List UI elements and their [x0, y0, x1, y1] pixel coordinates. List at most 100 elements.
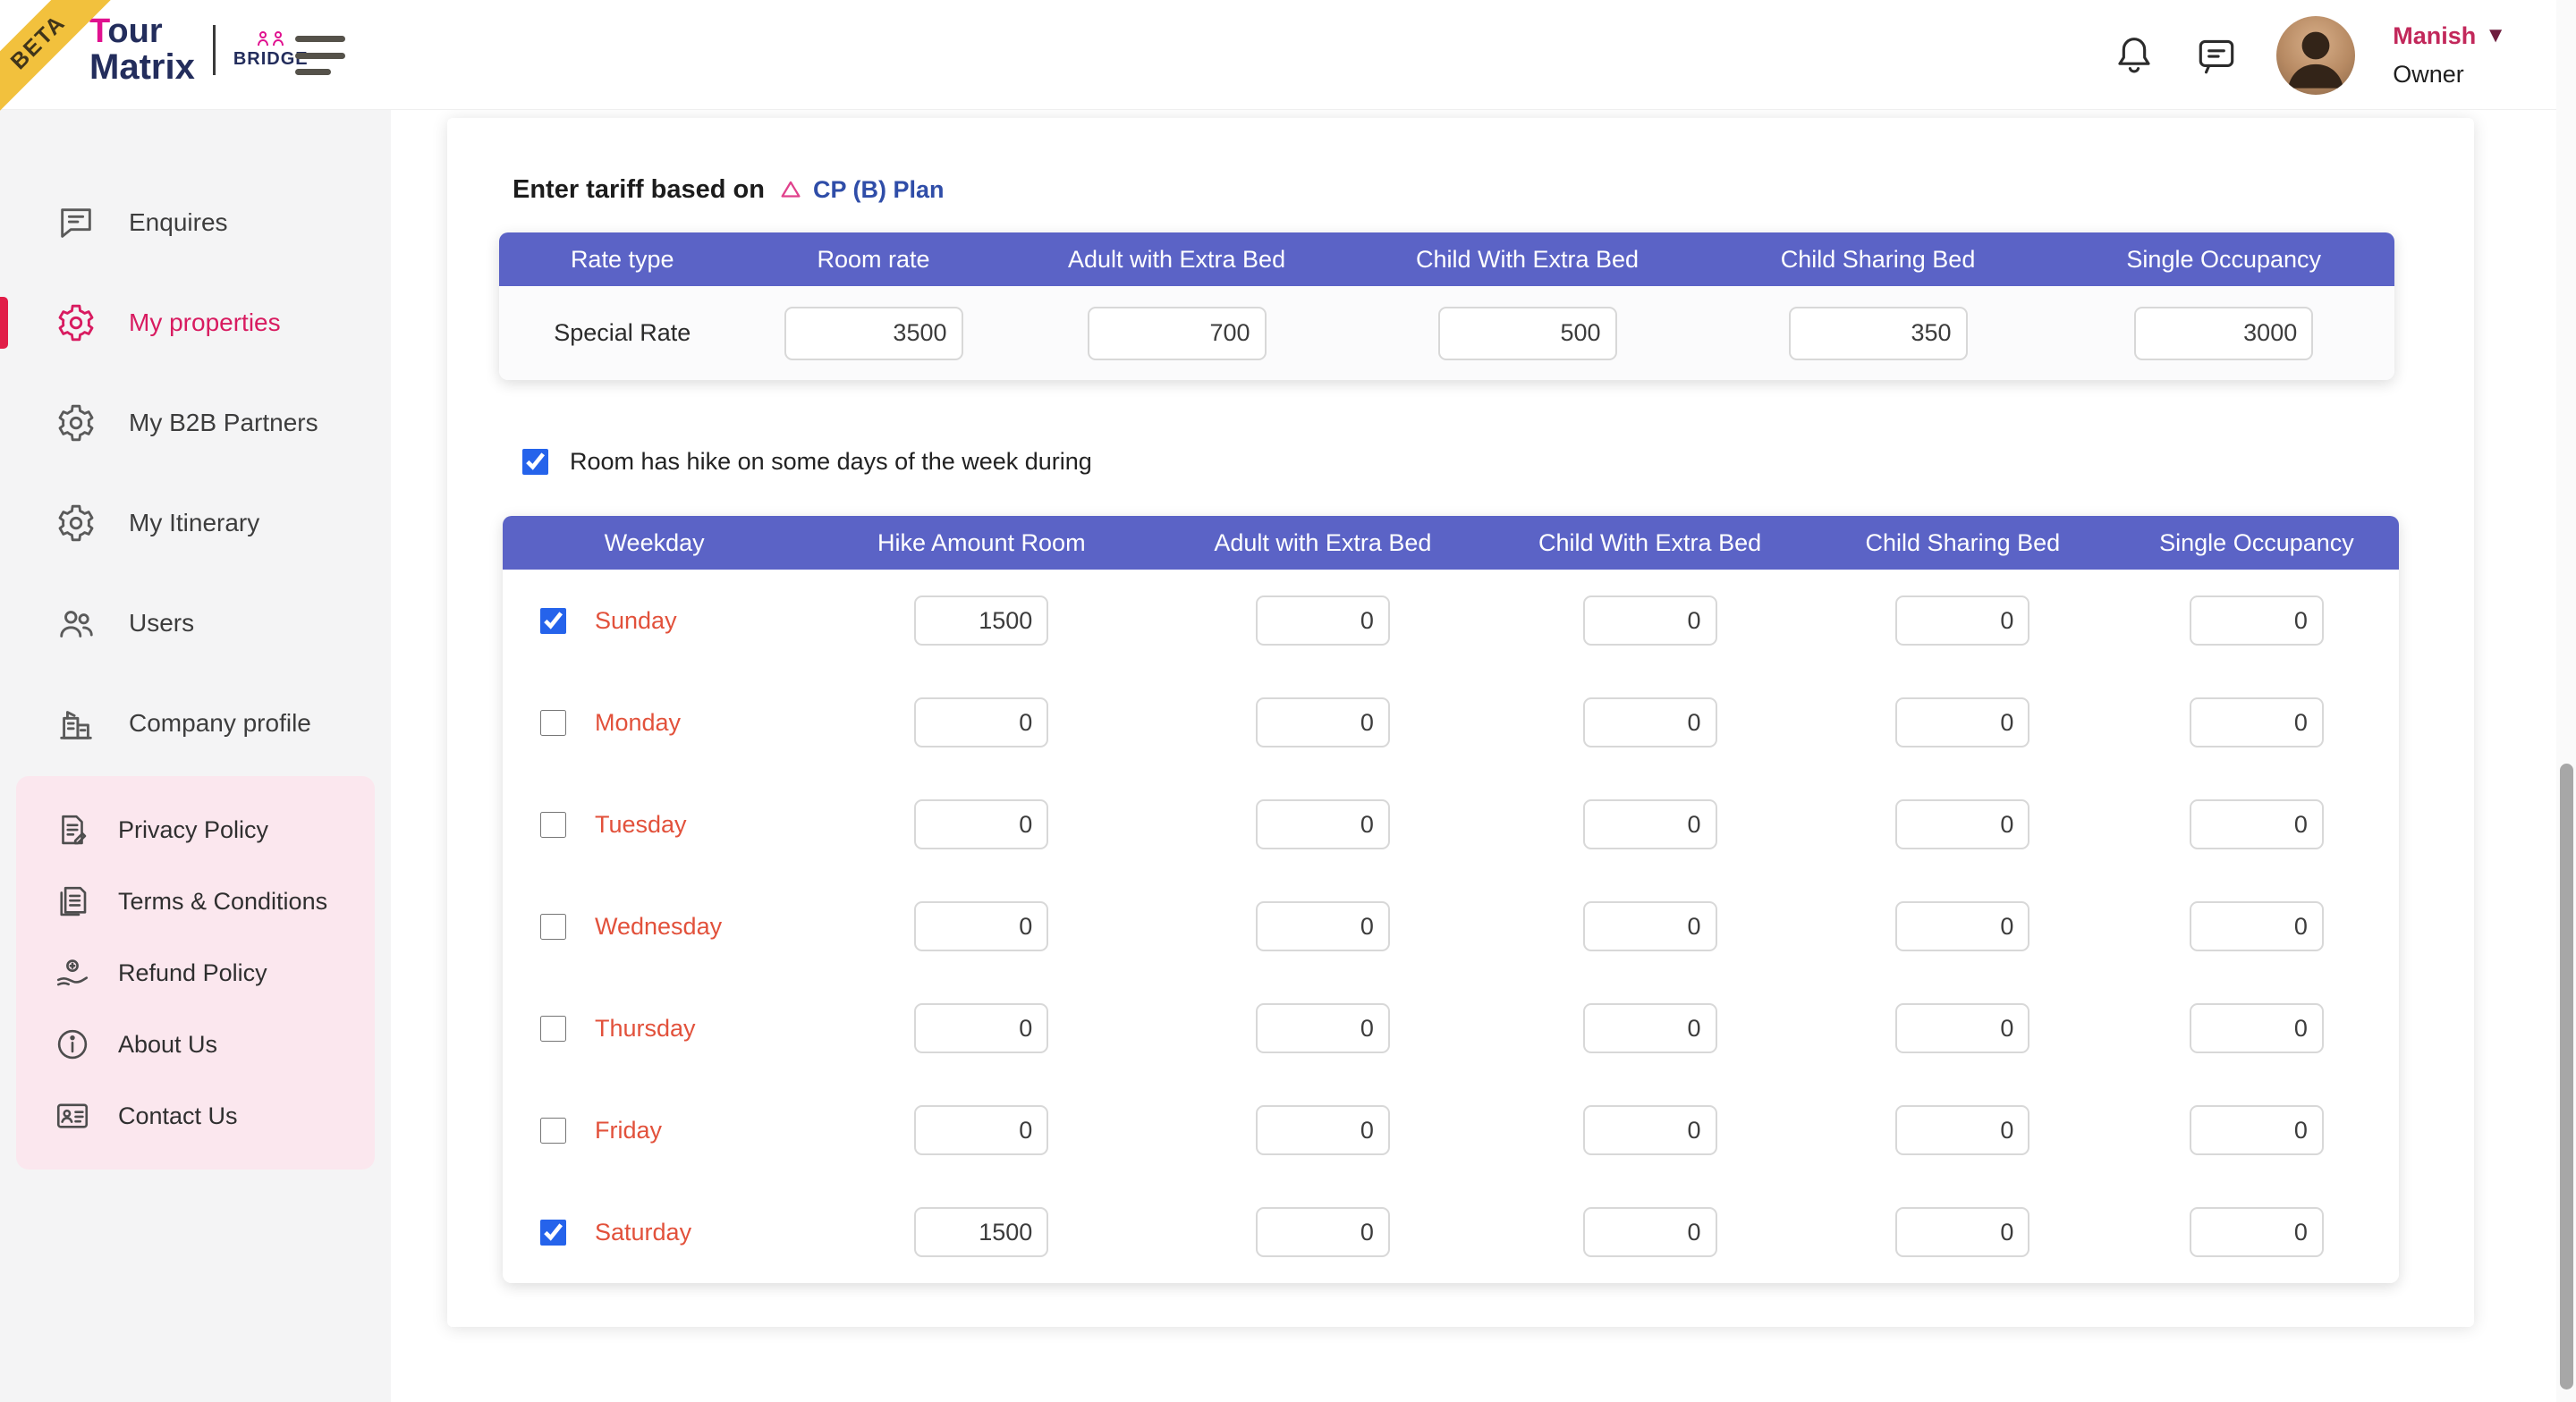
single-occupancy-input[interactable]	[2190, 595, 2324, 646]
single-occupancy-input[interactable]	[2190, 1105, 2324, 1155]
single-occupancy-input[interactable]	[2190, 901, 2324, 951]
child-sharing-bed-input[interactable]	[1895, 595, 2029, 646]
hike-row-sunday: Sunday	[503, 570, 2399, 671]
column-header: Single Occupancy	[2054, 246, 2394, 274]
hike-amount-input[interactable]	[914, 697, 1048, 747]
child-sharing-bed-input[interactable]	[1895, 799, 2029, 849]
user-menu[interactable]: Manish ▼	[2393, 22, 2506, 50]
hike-amount-input[interactable]	[914, 1207, 1048, 1257]
scrollbar-thumb[interactable]	[2560, 764, 2573, 1389]
child-sharing-bed-input[interactable]	[1895, 697, 2029, 747]
sidebar-footer-label: Privacy Policy	[118, 816, 268, 844]
sidebar-item-contact-us[interactable]: Contact Us	[16, 1080, 375, 1152]
sidebar-footer-label: Terms & Conditions	[118, 888, 327, 916]
day-checkbox[interactable]	[540, 914, 566, 940]
room-hike-label: Room has hike on some days of the week d…	[570, 448, 1092, 476]
hike-amount-input[interactable]	[914, 595, 1048, 646]
adult-extra-bed-input[interactable]	[1256, 1207, 1390, 1257]
single-occupancy-input[interactable]	[2190, 799, 2324, 849]
single-occupancy-input[interactable]	[2190, 1003, 2324, 1053]
column-header: Hike Amount Room	[806, 529, 1157, 557]
hike-amount-input[interactable]	[914, 1105, 1048, 1155]
chevron-down-icon: ▼	[2485, 23, 2506, 48]
column-header: Child Sharing Bed	[1811, 529, 2114, 557]
sidebar-item-label: My Itinerary	[129, 509, 259, 537]
sidebar-item-my-b2b-partners[interactable]: My B2B Partners	[0, 373, 391, 473]
day-checkbox[interactable]	[540, 608, 566, 634]
hamburger-menu-icon[interactable]	[295, 36, 347, 75]
sidebar-item-label: Enquires	[129, 208, 228, 237]
plan-link[interactable]: CP (B) Plan	[777, 176, 945, 204]
sidebar-item-about-us[interactable]: About Us	[16, 1009, 375, 1080]
hike-table: Weekday Hike Amount Room Adult with Extr…	[503, 516, 2399, 1283]
hike-amount-input[interactable]	[914, 799, 1048, 849]
room-rate-input[interactable]	[784, 307, 963, 360]
column-header: Child With Extra Bed	[1352, 246, 1703, 274]
adult-extra-bed-input[interactable]	[1256, 595, 1390, 646]
gear-icon	[55, 503, 97, 544]
day-label: Thursday	[595, 1015, 696, 1043]
sidebar-footer-label: About Us	[118, 1031, 217, 1059]
child-extra-bed-input[interactable]	[1583, 1105, 1717, 1155]
sidebar-footer-panel: Privacy Policy Terms & Conditions Refund…	[16, 776, 375, 1170]
chat-icon	[55, 202, 97, 243]
child-sharing-bed-input[interactable]	[1895, 901, 2029, 951]
info-icon	[54, 1026, 91, 1063]
column-header: Adult with Extra Bed	[1157, 529, 1488, 557]
sidebar-footer-label: Refund Policy	[118, 959, 267, 987]
column-header: Rate type	[499, 246, 745, 274]
logo-line1: Tour	[89, 14, 195, 49]
day-checkbox[interactable]	[540, 1118, 566, 1144]
child-extra-bed-input[interactable]	[1583, 697, 1717, 747]
sidebar-item-company-profile[interactable]: Company profile	[0, 673, 391, 773]
child-extra-bed-input[interactable]	[1583, 901, 1717, 951]
adult-extra-bed-input[interactable]	[1256, 799, 1390, 849]
building-icon	[55, 703, 97, 744]
day-label: Monday	[595, 709, 681, 737]
app-logo: Tour Matrix BRIDGE	[89, 14, 309, 86]
adult-extra-bed-input[interactable]	[1256, 697, 1390, 747]
hike-amount-input[interactable]	[914, 901, 1048, 951]
hike-amount-input[interactable]	[914, 1003, 1048, 1053]
room-hike-checkbox[interactable]	[522, 449, 548, 475]
sidebar-item-terms-conditions[interactable]: Terms & Conditions	[16, 866, 375, 937]
scrollbar-track	[2556, 0, 2576, 1402]
section-title: Enter tariff based on	[513, 175, 765, 205]
gear-icon	[55, 402, 97, 443]
day-checkbox[interactable]	[540, 1220, 566, 1246]
adult-extra-bed-input[interactable]	[1256, 1003, 1390, 1053]
hike-row-friday: Friday	[503, 1079, 2399, 1181]
sidebar-item-privacy-policy[interactable]: Privacy Policy	[16, 794, 375, 866]
adult-extra-bed-input[interactable]	[1088, 307, 1267, 360]
day-checkbox[interactable]	[540, 710, 566, 736]
sidebar-item-users[interactable]: Users	[0, 573, 391, 673]
sidebar-item-enquires[interactable]: Enquires	[0, 173, 391, 273]
adult-extra-bed-input[interactable]	[1256, 901, 1390, 951]
child-extra-bed-input[interactable]	[1438, 307, 1617, 360]
sidebar-item-refund-policy[interactable]: Refund Policy	[16, 937, 375, 1009]
child-extra-bed-input[interactable]	[1583, 1003, 1717, 1053]
child-extra-bed-input[interactable]	[1583, 595, 1717, 646]
child-sharing-bed-input[interactable]	[1895, 1105, 2029, 1155]
child-sharing-bed-input[interactable]	[1895, 1003, 2029, 1053]
day-checkbox[interactable]	[540, 1016, 566, 1042]
single-occupancy-input[interactable]	[2134, 307, 2313, 360]
sidebar: Enquires My properties My B2B Partners	[0, 110, 391, 1402]
notifications-bell-icon[interactable]	[2112, 33, 2157, 78]
child-sharing-bed-input[interactable]	[1895, 1207, 2029, 1257]
child-sharing-bed-input[interactable]	[1789, 307, 1968, 360]
gear-icon	[55, 302, 97, 343]
messages-chat-icon[interactable]	[2194, 33, 2239, 78]
child-extra-bed-input[interactable]	[1583, 1207, 1717, 1257]
child-extra-bed-input[interactable]	[1583, 799, 1717, 849]
single-occupancy-input[interactable]	[2190, 1207, 2324, 1257]
hike-row-saturday: Saturday	[503, 1181, 2399, 1283]
adult-extra-bed-input[interactable]	[1256, 1105, 1390, 1155]
rate-type-label: Special Rate	[554, 319, 691, 347]
single-occupancy-input[interactable]	[2190, 697, 2324, 747]
column-header: Room rate	[745, 246, 1001, 274]
user-avatar[interactable]	[2276, 16, 2355, 95]
sidebar-item-my-itinerary[interactable]: My Itinerary	[0, 473, 391, 573]
sidebar-item-my-properties[interactable]: My properties	[0, 273, 391, 373]
day-checkbox[interactable]	[540, 812, 566, 838]
